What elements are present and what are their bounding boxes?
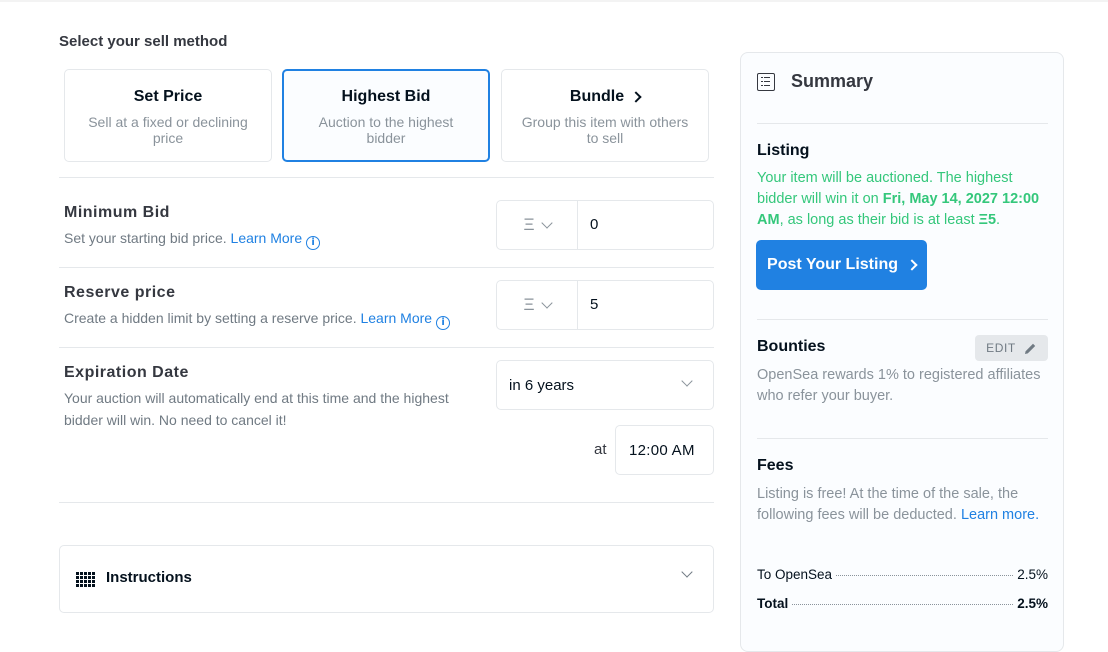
time-input[interactable]: 12:00 AM: [615, 425, 714, 475]
post-listing-label: Post Your Listing: [767, 256, 898, 273]
eth-icon: Ξ: [523, 215, 535, 234]
fee-label: Total: [757, 596, 789, 611]
listing-text-part: , as long as their bid is at least: [779, 212, 979, 228]
fee-row-total: Total 2.5%: [757, 596, 1048, 611]
learn-more-link[interactable]: Learn More: [231, 230, 303, 246]
listing-min-amount: Ξ5: [978, 212, 997, 228]
chevron-down-icon: [681, 375, 693, 387]
learn-more-link[interactable]: Learn more.: [961, 507, 1039, 523]
method-description: Sell at a fixed or declining price: [88, 114, 248, 146]
method-label: Set Price: [133, 88, 203, 105]
divider: [59, 267, 714, 268]
post-listing-button[interactable]: Post Your Listing: [756, 240, 927, 290]
minimum-bid-title: Minimum Bid: [64, 204, 170, 221]
sell-method-title: Select your sell method: [59, 33, 228, 50]
fee-value: 2.5%: [1017, 567, 1048, 582]
reserve-price-value[interactable]: 5: [590, 296, 598, 313]
listing-text: Your item will be auctioned. The highest…: [757, 168, 1052, 231]
dotted-leader: [836, 575, 1014, 576]
expiration-title: Expiration Date: [64, 364, 189, 381]
method-description: Auction to the highest bidder: [318, 114, 454, 146]
fee-row-opensea: To OpenSea 2.5%: [757, 567, 1048, 582]
expiration-value: in 6 years: [509, 377, 575, 394]
pencil-icon: [1024, 343, 1036, 354]
divider: [59, 347, 714, 348]
method-label: Highest Bid: [341, 88, 431, 105]
fee-value: 2.5%: [1017, 596, 1048, 611]
minimum-bid-description: Set your starting bid price. Learn More i: [64, 227, 321, 250]
expiration-description: Your auction will automatically end at t…: [64, 390, 449, 428]
edit-label: EDIT: [986, 341, 1016, 355]
listing-title: Listing: [757, 142, 810, 159]
currency-select[interactable]: Ξ: [497, 201, 578, 249]
eth-icon: Ξ: [523, 295, 535, 314]
summary-panel: Summary Listing Your item will be auctio…: [740, 52, 1064, 652]
reserve-price-title: Reserve price: [64, 284, 176, 301]
chevron-down-icon: [681, 566, 693, 578]
list-icon: [757, 72, 775, 91]
divider: [59, 502, 714, 503]
description-text: Set your starting bid price.: [64, 230, 227, 246]
info-icon[interactable]: i: [306, 236, 321, 250]
info-icon[interactable]: i: [436, 316, 451, 330]
minimum-bid-value[interactable]: 0: [590, 216, 598, 233]
listing-text-part: .: [996, 212, 1001, 228]
reserve-price-description: Create a hidden limit by setting a reser…: [64, 307, 451, 330]
dotted-leader: [792, 604, 1014, 605]
fees-title: Fees: [757, 457, 794, 474]
chevron-down-icon: [540, 216, 553, 229]
bounties-title: Bounties: [757, 338, 826, 355]
chevron-right-icon: [906, 259, 918, 271]
divider: [59, 177, 714, 178]
method-set-price[interactable]: Set Price Sell at a fixed or declining p…: [64, 69, 272, 162]
method-label: Bundle: [569, 88, 625, 105]
description-text: Create a hidden limit by setting a reser…: [64, 310, 357, 326]
divider: [757, 123, 1048, 124]
instructions-panel[interactable]: Instructions: [59, 545, 714, 613]
learn-more-link[interactable]: Learn More: [360, 310, 432, 326]
bounties-text: OpenSea rewards 1% to registered affilia…: [757, 367, 1041, 404]
fee-label: To OpenSea: [757, 567, 833, 582]
edit-bounties-button[interactable]: EDIT: [975, 335, 1048, 361]
fees-text: Listing is free! At the time of the sale…: [757, 484, 1052, 526]
method-highest-bid[interactable]: Highest Bid Auction to the highest bidde…: [282, 69, 490, 162]
top-divider: [0, 0, 1108, 2]
summary-header: Summary: [757, 71, 873, 92]
divider: [757, 319, 1048, 320]
expiration-select[interactable]: in 6 years: [496, 360, 714, 410]
method-description: Group this item with others to sell: [521, 114, 689, 146]
summary-title: Summary: [791, 71, 874, 91]
instructions-label: Instructions: [106, 569, 192, 586]
method-bundle[interactable]: Bundle Group this item with others to se…: [501, 69, 709, 162]
time-value: 12:00 AM: [629, 442, 695, 459]
chevron-right-icon: [630, 91, 642, 103]
currency-select[interactable]: Ξ: [497, 281, 578, 329]
grid-icon: [76, 572, 95, 587]
minimum-bid-input[interactable]: Ξ 0: [496, 200, 714, 250]
chevron-down-icon: [540, 296, 553, 309]
divider: [757, 438, 1048, 439]
at-label: at: [594, 441, 607, 458]
sell-method-options: Set Price Sell at a fixed or declining p…: [64, 69, 709, 162]
reserve-price-input[interactable]: Ξ 5: [496, 280, 714, 330]
